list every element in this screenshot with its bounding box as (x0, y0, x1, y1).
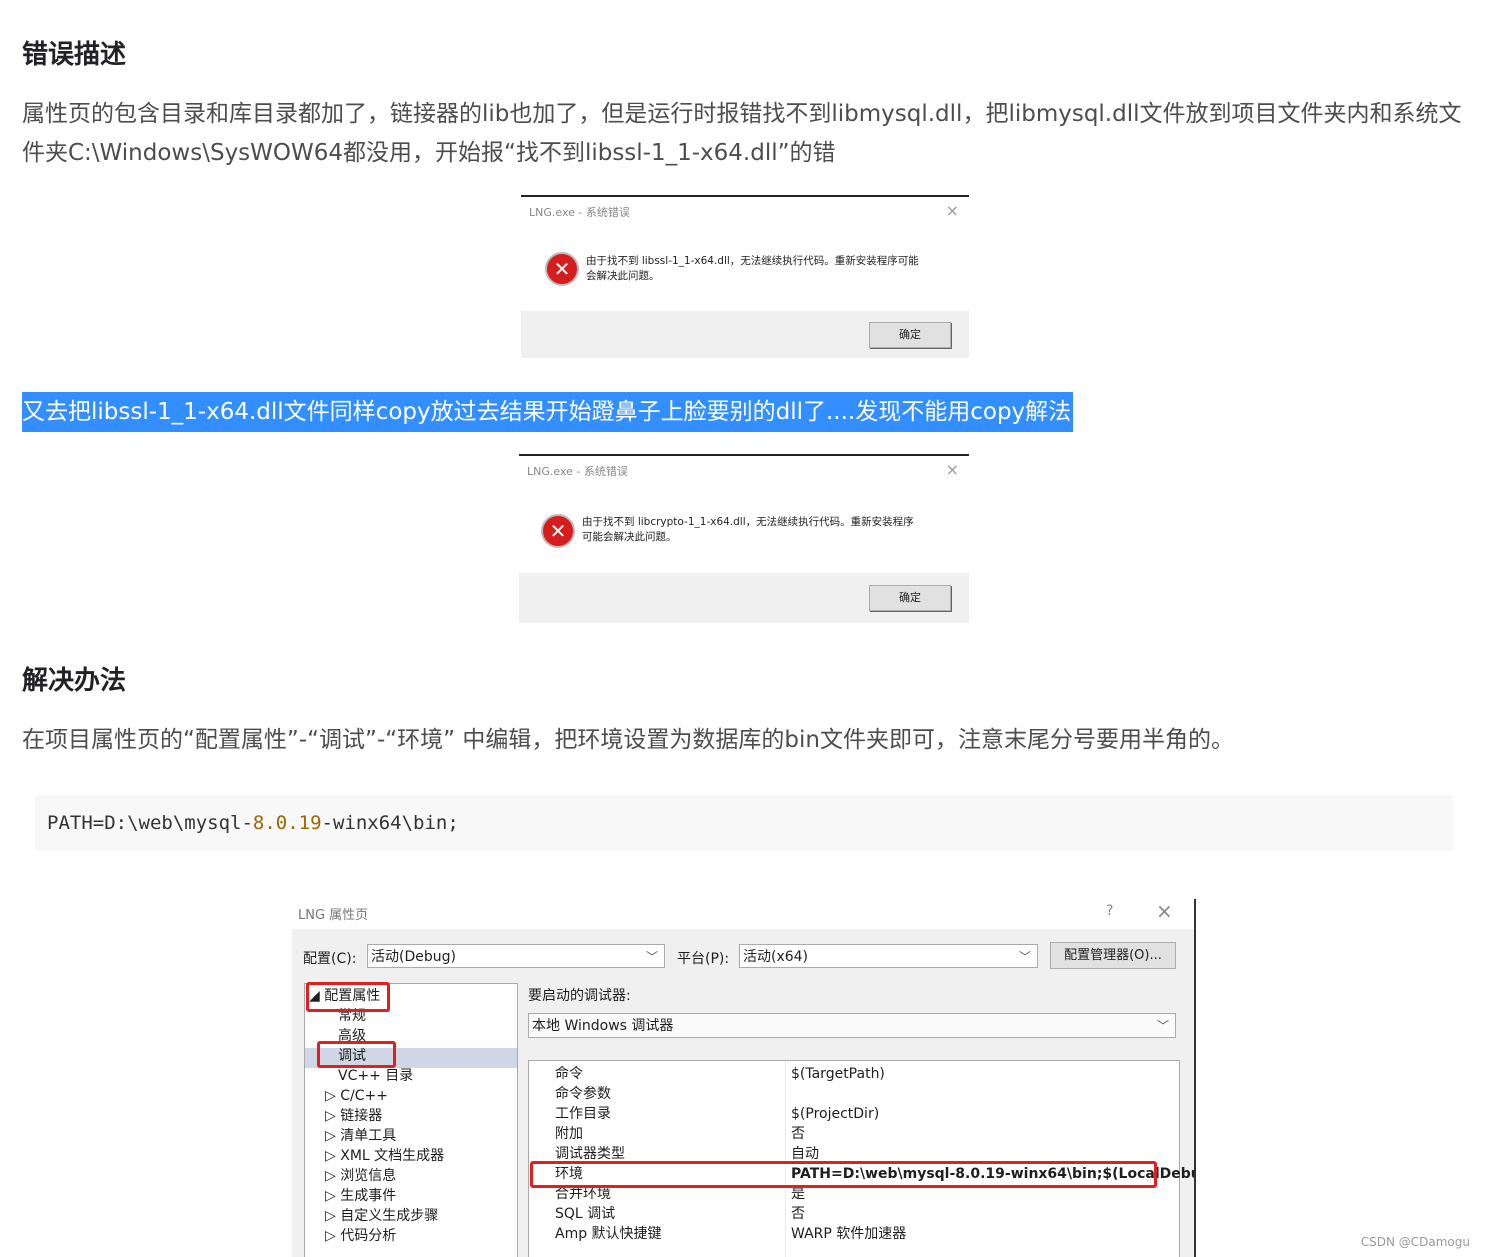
error-icon: ✕ (545, 252, 579, 286)
property-row-command-args[interactable]: 命令参数 (529, 1084, 1179, 1104)
code-version-number: 8.0.19 (252, 812, 322, 834)
dialog-title: LNG.exe - 系统错误 (527, 465, 628, 478)
property-row-working-dir[interactable]: 工作目录 $(ProjectDir) (529, 1104, 1179, 1124)
annotation-box-debugging (317, 1041, 396, 1068)
property-key: SQL 调试 (555, 1206, 616, 1222)
close-icon[interactable]: × (1156, 899, 1173, 923)
tree-item-custom-build[interactable]: ▷ 自定义生成步骤 (325, 1206, 438, 1226)
config-manager-button[interactable]: 配置管理器(O)... (1050, 942, 1176, 969)
property-value: 否 (791, 1206, 805, 1222)
dialog-message: 由于找不到 libcrypto-1_1-x64.dll，无法继续执行代码。重新安… (582, 515, 914, 545)
message-line-1: 由于找不到 libssl-1_1-x64.dll，无法继续执行代码。重新安装程序… (586, 255, 919, 267)
tree-item-code-analysis[interactable]: ▷ 代码分析 (325, 1226, 396, 1246)
property-key: 附加 (555, 1126, 583, 1142)
platform-label: 平台(P): (677, 951, 730, 967)
expand-triangle-icon: ▷ (325, 1168, 336, 1184)
tree-item-xml-doc[interactable]: ▷ XML 文档生成器 (325, 1146, 444, 1166)
annotation-box-config-properties (306, 982, 390, 1012)
heading-solution: 解决办法 (22, 666, 127, 696)
tree-item-linker[interactable]: ▷ 链接器 (325, 1106, 382, 1126)
property-row-command[interactable]: 命令 $(TargetPath) (529, 1064, 1179, 1084)
dialog-title: LNG.exe - 系统错误 (529, 206, 630, 219)
property-value: $(TargetPath) (791, 1066, 885, 1082)
tree-item-label: 代码分析 (340, 1228, 397, 1244)
expand-triangle-icon: ▷ (325, 1128, 336, 1144)
debugger-label: 要启动的调试器: (528, 988, 631, 1004)
property-row-sql-debug[interactable]: SQL 调试 否 (529, 1204, 1179, 1224)
property-value: 否 (791, 1126, 805, 1142)
error-icon: ✕ (541, 514, 575, 548)
expand-triangle-icon: ▷ (325, 1228, 336, 1244)
property-row-amp-shortcut[interactable]: Amp 默认快捷键 WARP 软件加速器 (529, 1224, 1179, 1244)
tree-item-label: 链接器 (340, 1108, 383, 1124)
tree-item-vc-directories[interactable]: VC++ 目录 (338, 1066, 413, 1086)
property-pages-window: LNG 属性页 ? × 配置(C): 活动(Debug) ﹀ 平台(P): 活动… (292, 899, 1196, 1257)
settings-tree: ◢ 配置属性 常规 高级 调试 VC++ 目录 ▷ C/C++ ▷ 链接器 ▷ … (304, 983, 518, 1257)
code-text-pre: PATH=D:\web\mysql- (47, 812, 253, 834)
error-dialog-libssl: LNG.exe - 系统错误 × ✕ 由于找不到 libssl-1_1-x64.… (521, 195, 969, 358)
window-titlebar: LNG 属性页 ? × (292, 899, 1194, 929)
debugger-value: 本地 Windows 调试器 (532, 1018, 674, 1034)
property-key: Amp 默认快捷键 (555, 1226, 662, 1242)
debug-properties-grid: 命令 $(TargetPath) 命令参数 工作目录 $(ProjectDir) 附… (528, 1060, 1194, 1257)
tree-item-label: 清单工具 (340, 1128, 397, 1144)
expand-triangle-icon: ▷ (325, 1208, 336, 1224)
dialog-footer: 确定 (519, 573, 969, 623)
ok-button[interactable]: 确定 (869, 585, 951, 611)
csdn-watermark: CSDN @CDamogu (1360, 1235, 1470, 1249)
tree-item-browse-info[interactable]: ▷ 浏览信息 (325, 1166, 396, 1186)
property-key: 命令参数 (555, 1086, 611, 1102)
close-icon[interactable]: × (946, 460, 959, 479)
close-icon[interactable]: × (946, 201, 959, 220)
tree-item-label: 自定义生成步骤 (340, 1208, 439, 1224)
property-row-attach[interactable]: 附加 否 (529, 1124, 1179, 1144)
help-icon[interactable]: ? (1106, 903, 1113, 919)
tree-item-label: 生成事件 (340, 1188, 397, 1204)
platform-value: 活动(x64) (743, 949, 809, 965)
paragraph-solution: 在项目属性页的“配置属性”-“调试”-“环境” 中编辑，把环境设置为数据库的bi… (22, 727, 1234, 753)
message-line-2: 会解决此问题。 (586, 270, 660, 282)
debugger-dropdown[interactable]: 本地 Windows 调试器 ﹀ (528, 1013, 1176, 1038)
heading-error-description: 错误描述 (22, 40, 127, 70)
expand-triangle-icon: ▷ (325, 1148, 336, 1164)
expand-triangle-icon: ▷ (325, 1088, 336, 1104)
chevron-down-icon: ﹀ (1156, 1019, 1169, 1033)
annotation-box-environment (530, 1161, 1157, 1188)
tree-item-cpp[interactable]: ▷ C/C++ (325, 1086, 388, 1106)
window-title: LNG 属性页 (298, 908, 369, 923)
platform-dropdown[interactable]: 活动(x64) ﹀ (739, 944, 1038, 968)
dialog-footer: 确定 (521, 311, 969, 358)
chevron-down-icon: ﹀ (645, 950, 658, 964)
config-value: 活动(Debug) (371, 949, 456, 965)
message-line-1: 由于找不到 libcrypto-1_1-x64.dll，无法继续执行代码。重新安… (582, 516, 914, 528)
tree-item-label: XML 文档生成器 (340, 1148, 445, 1164)
highlighted-text: 又去把libssl-1_1-x64.dll文件同样copy放过去结果开始蹬鼻子上… (22, 392, 1074, 432)
dialog-message: 由于找不到 libssl-1_1-x64.dll，无法继续执行代码。重新安装程序… (586, 254, 919, 284)
error-dialog-libcrypto: LNG.exe - 系统错误 × ✕ 由于找不到 libcrypto-1_1-x… (519, 454, 969, 623)
code-block: PATH=D:\web\mysql-8.0.19-winx64\bin; (35, 795, 1454, 851)
expand-triangle-icon: ▷ (325, 1188, 336, 1204)
chevron-down-icon: ﹀ (1018, 950, 1031, 964)
ok-button[interactable]: 确定 (869, 322, 951, 348)
message-line-2: 可能会解决此问题。 (582, 531, 677, 543)
config-dropdown[interactable]: 活动(Debug) ﹀ (367, 944, 665, 968)
tree-item-manifest-tool[interactable]: ▷ 清单工具 (325, 1126, 396, 1146)
property-value: WARP 软件加速器 (791, 1226, 907, 1242)
tree-item-build-events[interactable]: ▷ 生成事件 (325, 1186, 396, 1206)
property-value: $(ProjectDir) (791, 1106, 880, 1122)
property-key: 工作目录 (555, 1106, 611, 1122)
tree-item-label: C/C++ (340, 1088, 388, 1104)
code-text-post: -winx64\bin; (321, 812, 459, 834)
tree-item-label: 浏览信息 (340, 1168, 397, 1184)
paragraph-error: 属性页的包含目录和库目录都加了，链接器的lib也加了，但是运行时报错找不到lib… (22, 101, 1462, 166)
config-label: 配置(C): (303, 951, 357, 967)
expand-triangle-icon: ▷ (325, 1108, 336, 1124)
property-key: 命令 (555, 1066, 583, 1082)
